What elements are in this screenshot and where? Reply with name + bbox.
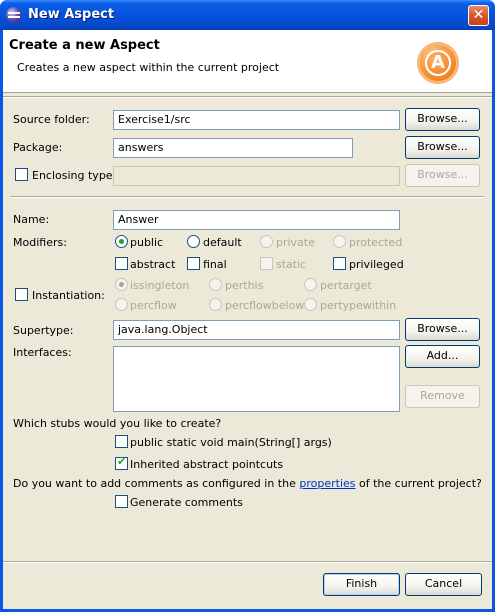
instantiation-pertypewithin-label: pertypewithin <box>320 299 397 312</box>
finish-button[interactable]: Finish <box>323 573 400 596</box>
source-folder-label: Source folder: <box>13 113 90 126</box>
instantiation-percflow-label: percflow <box>130 299 177 312</box>
section-separator <box>11 196 484 198</box>
modifier-protected-radio <box>333 235 346 248</box>
instantiation-pertarget-radio <box>304 278 317 291</box>
banner-description: Creates a new aspect within the current … <box>17 61 280 74</box>
supertype-label: Supertype: <box>13 324 74 337</box>
instantiation-percflowbelow-label: percflowbelow <box>225 299 305 312</box>
package-label: Package: <box>13 141 63 154</box>
name-field[interactable]: Answer <box>113 210 400 230</box>
wizard-banner: Create a new Aspect Creates a new aspect… <box>3 30 492 93</box>
instantiation-perthis-label: perthis <box>225 279 264 292</box>
stubs-question: Which stubs would you like to create? <box>13 417 222 430</box>
source-folder-field[interactable]: Exercise1/src <box>113 110 400 130</box>
package-browse-button[interactable]: Browse... <box>405 136 480 159</box>
source-browse-button[interactable]: Browse... <box>405 108 480 131</box>
modifier-privileged-checkbox[interactable] <box>333 257 346 270</box>
main-method-label: public static void main(String[] args) <box>130 436 332 449</box>
modifiers-label: Modifiers: <box>13 236 67 249</box>
banner-separator <box>3 96 492 98</box>
modifier-final-checkbox[interactable] <box>187 257 200 270</box>
instantiation-perthis-radio <box>209 278 222 291</box>
modifier-static-label: static <box>276 258 307 271</box>
generate-comments-label: Generate comments <box>130 496 243 509</box>
dialog-body: Create a new Aspect Creates a new aspect… <box>3 30 492 609</box>
name-label: Name: <box>13 213 50 226</box>
eclipse-icon <box>6 7 22 23</box>
modifier-protected-label: protected <box>349 236 403 249</box>
interfaces-remove-button: Remove <box>405 385 480 408</box>
modifier-public-label: public <box>130 236 164 249</box>
modifier-final-label: final <box>203 258 227 271</box>
comments-question-prefix: Do you want to add comments as configure… <box>13 477 296 490</box>
enclosing-type-field <box>113 166 400 186</box>
banner-title: Create a new Aspect <box>9 38 160 53</box>
interfaces-label: Interfaces: <box>13 346 72 359</box>
modifier-private-radio <box>260 235 273 248</box>
main-method-checkbox[interactable] <box>115 435 128 448</box>
instantiation-pertarget-label: pertarget <box>320 279 372 292</box>
cancel-button[interactable]: Cancel <box>405 573 482 596</box>
comments-question: Do you want to add comments as configure… <box>13 477 482 490</box>
comments-question-suffix: of the current project? <box>359 477 482 490</box>
interfaces-list[interactable] <box>113 346 400 412</box>
inherited-pointcuts-label: Inherited abstract pointcuts <box>130 458 284 471</box>
modifier-static-checkbox <box>260 257 273 270</box>
inherited-pointcuts-checkbox[interactable] <box>115 455 128 470</box>
enclosing-type-checkbox[interactable] <box>15 168 28 181</box>
modifier-private-label: private <box>276 236 315 249</box>
properties-link[interactable]: properties <box>299 477 355 490</box>
supertype-field[interactable]: java.lang.Object <box>113 320 400 340</box>
instantiation-pertypewithin-radio <box>304 298 317 311</box>
instantiation-percflowbelow-radio <box>209 298 222 311</box>
instantiation-percflow-radio <box>115 298 128 311</box>
title-bar[interactable]: New Aspect ✕ <box>0 0 495 30</box>
modifier-privileged-label: privileged <box>349 258 404 271</box>
close-button[interactable]: ✕ <box>468 5 489 26</box>
modifier-default-radio[interactable] <box>187 235 200 248</box>
modifier-abstract-checkbox[interactable] <box>115 257 128 270</box>
package-field[interactable]: answers <box>113 138 353 158</box>
modifier-public-radio[interactable] <box>115 235 128 248</box>
window-title: New Aspect <box>28 7 115 22</box>
instantiation-checkbox[interactable] <box>15 288 28 301</box>
instantiation-issingleton-label: issingleton <box>130 279 190 292</box>
modifier-abstract-label: abstract <box>130 258 176 271</box>
supertype-browse-button[interactable]: Browse... <box>405 318 480 341</box>
enclosing-browse-button: Browse... <box>405 164 480 187</box>
interfaces-add-button[interactable]: Add... <box>405 345 480 368</box>
new-aspect-dialog: New Aspect ✕ Create a new Aspect Creates… <box>0 0 495 612</box>
instantiation-issingleton-radio <box>115 278 128 291</box>
aspect-logo-letter: A <box>425 50 451 76</box>
aspect-logo-icon: A <box>417 42 459 84</box>
generate-comments-checkbox[interactable] <box>115 495 128 508</box>
modifier-default-label: default <box>203 236 242 249</box>
enclosing-type-label: Enclosing type: <box>32 169 117 182</box>
instantiation-label: Instantiation: <box>32 289 105 302</box>
footer-separator <box>3 561 492 563</box>
